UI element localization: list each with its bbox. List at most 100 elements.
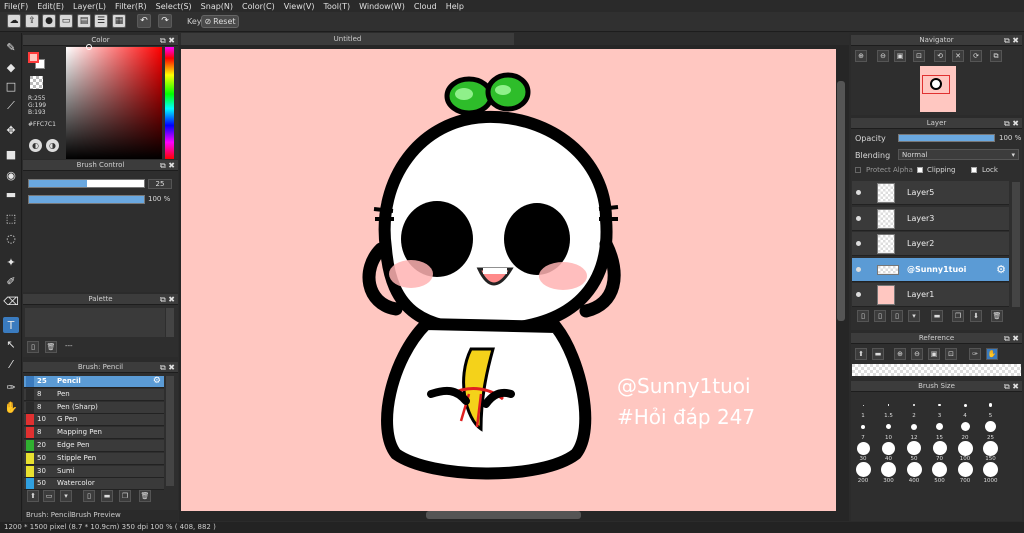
menu-item[interactable]: Select(S) xyxy=(156,2,192,11)
brush-item[interactable]: 8 Mapping Pen xyxy=(24,427,164,440)
lock-checkbox[interactable] xyxy=(971,167,977,173)
brush-size-dot[interactable] xyxy=(887,404,890,406)
brush-item[interactable]: 10 G Pen xyxy=(24,414,164,427)
layer-menu-icon[interactable]: ▾ xyxy=(908,310,920,322)
brush-size-dot[interactable] xyxy=(936,423,943,430)
menu-item[interactable]: Edit(E) xyxy=(37,2,64,11)
grid-icon[interactable]: ▦ xyxy=(112,14,126,28)
brush-item[interactable]: 8 Pen xyxy=(24,388,164,401)
eye-icon[interactable] xyxy=(856,266,861,272)
panel-close-icon[interactable]: ⧉ ✖ xyxy=(160,35,175,46)
eye-icon[interactable] xyxy=(856,292,861,297)
brush-delete-icon[interactable]: 🗑 xyxy=(139,490,151,502)
palette-area[interactable] xyxy=(25,308,165,337)
share-icon[interactable]: ⇪ xyxy=(25,14,39,28)
panel-close-icon[interactable]: ⧉ ✖ xyxy=(160,160,175,171)
actual-size-icon[interactable]: ⊡ xyxy=(913,50,925,62)
brush-size-dot[interactable] xyxy=(957,462,973,477)
select-pen-tool-icon[interactable]: ✐ xyxy=(3,273,19,289)
brush-size-dot[interactable] xyxy=(957,440,973,456)
brush-size-dot[interactable] xyxy=(983,440,998,456)
layer-scrollbar[interactable] xyxy=(1012,182,1020,307)
menu-item[interactable]: Tool(T) xyxy=(323,2,350,11)
brush-opacity-slider[interactable] xyxy=(28,195,145,204)
brush-copy-icon[interactable]: ❐ xyxy=(119,490,131,502)
canvas-horizontal-scrollbar[interactable] xyxy=(426,511,581,519)
brush-size-dot[interactable] xyxy=(938,403,941,407)
message-icon[interactable]: ▭ xyxy=(59,14,73,28)
zoom-in-icon[interactable]: ⊕ xyxy=(855,50,867,62)
undo-icon[interactable]: ↶ xyxy=(137,14,151,28)
brush-folder-icon[interactable]: ▭ xyxy=(43,490,55,502)
foreground-color-swatch[interactable] xyxy=(28,52,39,63)
eyedropper-tool-icon[interactable]: ✑ xyxy=(3,379,19,395)
reference-folder-icon[interactable]: ▬ xyxy=(872,348,884,360)
rotate-icon[interactable]: ⟲ xyxy=(934,50,946,62)
brush-size-dot[interactable] xyxy=(886,424,891,429)
cloud-icon[interactable]: ☁ xyxy=(7,14,21,28)
brush-item[interactable]: 30 Sumi xyxy=(24,465,164,478)
brush-size-dot[interactable] xyxy=(907,441,921,455)
reference-fit-icon[interactable]: ▣ xyxy=(928,348,940,360)
flip-icon[interactable]: ✕ xyxy=(952,50,964,62)
navigator-thumbnail[interactable] xyxy=(920,66,956,112)
new-layer-1bit-icon[interactable]: ▯ xyxy=(891,310,903,322)
menu-item[interactable]: Filter(R) xyxy=(115,2,147,11)
page-icon[interactable]: ▤ xyxy=(77,14,91,28)
brush-doc-icon[interactable]: ▯ xyxy=(83,490,95,502)
brush-item[interactable]: 20 Edge Pen xyxy=(24,440,164,452)
brush-size-slider[interactable] xyxy=(28,179,145,188)
layer-item[interactable]: Layer3 xyxy=(852,206,1009,231)
layer-item[interactable]: Layer2 xyxy=(852,232,1009,256)
lock-view-icon[interactable]: ⧉ xyxy=(990,50,1002,62)
brush-item[interactable]: 50 Stipple Pen xyxy=(24,452,164,465)
color-mix-icon[interactable]: ◑ xyxy=(46,139,59,152)
brush-item[interactable]: 8 Pen (Sharp) xyxy=(24,401,164,414)
reference-dropper-icon[interactable]: ✑ xyxy=(969,348,981,360)
brush-size-dot[interactable] xyxy=(906,462,922,477)
eye-icon[interactable] xyxy=(856,215,861,221)
delete-palette-icon[interactable]: 🗑 xyxy=(45,341,57,353)
text-tool-icon[interactable]: T xyxy=(3,317,19,333)
menu-item[interactable]: Color(C) xyxy=(242,2,275,11)
zoom-out-icon[interactable]: ⊖ xyxy=(877,50,889,62)
brush-size-dot[interactable] xyxy=(985,421,996,432)
eye-icon[interactable] xyxy=(856,190,861,195)
brush-size-dot[interactable] xyxy=(855,462,871,477)
brush-dropdown-icon[interactable]: ▾ xyxy=(60,490,72,502)
panel-close-icon[interactable]: ⧉ ✖ xyxy=(160,294,175,305)
list-icon[interactable]: ☰ xyxy=(94,14,108,28)
fill-tool-icon[interactable]: ◉ xyxy=(3,167,19,183)
new-layer-icon[interactable]: ▯ xyxy=(857,310,869,322)
brush-size-dot[interactable] xyxy=(882,441,895,455)
reference-zoom-out-icon[interactable]: ⊖ xyxy=(911,348,923,360)
reference-open-icon[interactable]: ⬆ xyxy=(855,348,867,360)
transparent-color-swatch[interactable] xyxy=(30,76,43,89)
brush-size-dot[interactable] xyxy=(983,462,998,477)
menu-item[interactable]: Layer(L) xyxy=(73,2,106,11)
lasso-tool-icon[interactable]: ◌ xyxy=(3,230,19,246)
duplicate-layer-icon[interactable]: ❐ xyxy=(952,310,964,322)
dropper-tool-icon[interactable]: ⁄ xyxy=(3,356,19,372)
operation-tool-icon[interactable]: ↖ xyxy=(3,336,19,352)
shape-tool-icon[interactable]: ■ xyxy=(3,146,19,162)
move-tool-icon[interactable]: ✥ xyxy=(3,122,19,138)
brush-size-dot[interactable] xyxy=(932,441,947,455)
brush-item[interactable]: 50 Watercolor xyxy=(24,478,164,491)
panel-close-icon[interactable]: ⧉ ✖ xyxy=(1004,35,1019,46)
brush-size-dot[interactable] xyxy=(856,441,870,455)
menu-item[interactable]: Cloud xyxy=(414,2,437,11)
layer-folder-icon[interactable]: ▬ xyxy=(931,310,943,322)
brush-add-icon[interactable]: ⬆ xyxy=(27,490,39,502)
drawing-canvas[interactable]: @Sunny1tuoi #Hỏi đáp 247 xyxy=(181,49,836,511)
panel-close-icon[interactable]: ⧉ ✖ xyxy=(160,362,175,373)
brush-size-dot[interactable] xyxy=(913,404,915,406)
color-wheel-icon[interactable]: ◐ xyxy=(29,139,42,152)
tab-brush-preview[interactable]: Brush Preview xyxy=(71,511,121,519)
rect-select-tool-icon[interactable]: □ xyxy=(3,78,19,94)
menu-item[interactable]: View(V) xyxy=(284,2,315,11)
brush-folder-open-icon[interactable]: ▬ xyxy=(101,490,113,502)
new-layer-8bit-icon[interactable]: ▯ xyxy=(874,310,886,322)
eye-icon[interactable] xyxy=(856,241,861,246)
hand-tool-icon[interactable]: ✋ xyxy=(3,399,19,415)
